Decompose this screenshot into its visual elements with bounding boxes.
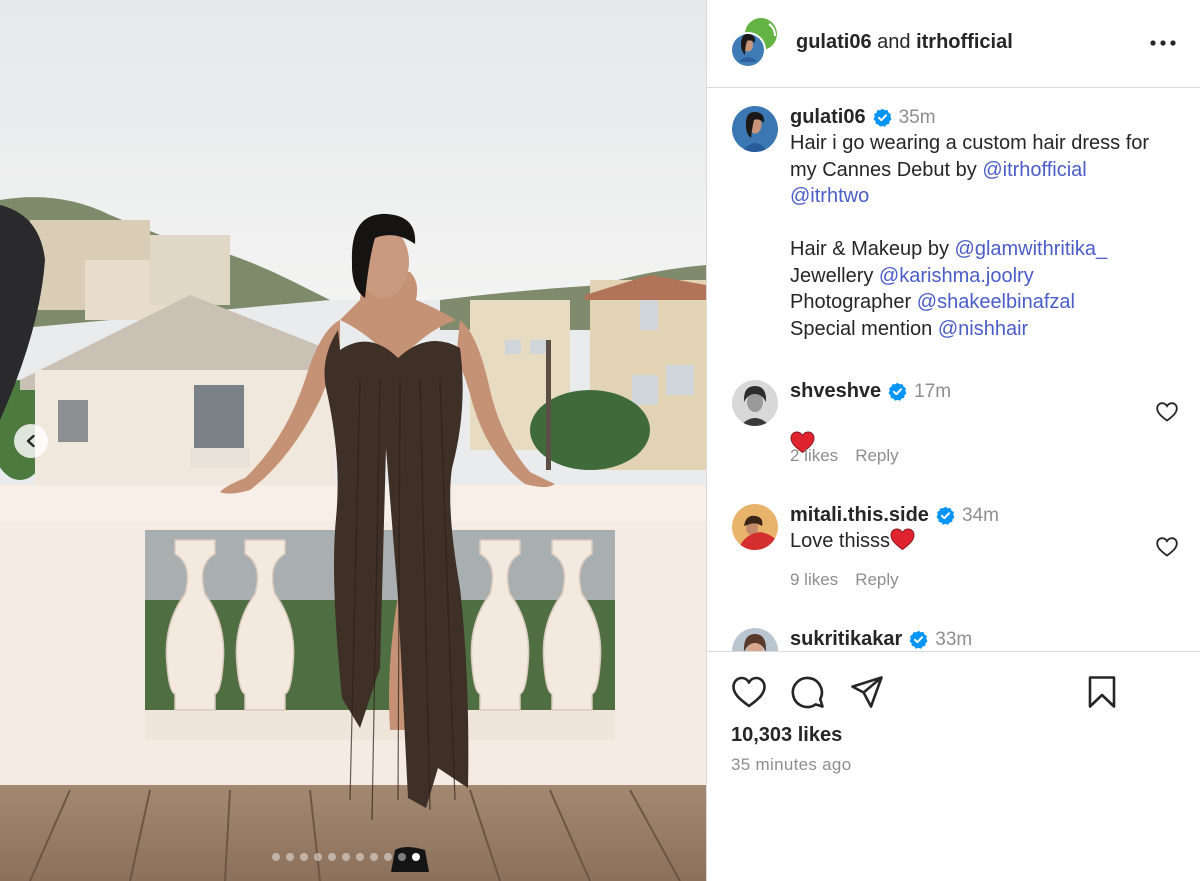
more-icon [1150, 40, 1176, 46]
previous-slide-button[interactable] [14, 424, 48, 458]
comment-icon [791, 676, 824, 709]
collaborator-username-link[interactable]: itrhofficial [916, 31, 1013, 53]
slide-dot [300, 853, 308, 861]
slide-dot [342, 853, 350, 861]
comment-timestamp[interactable]: 33m [935, 629, 972, 651]
slide-dot [272, 853, 280, 861]
mention-link[interactable]: @itrhtwo [790, 185, 869, 207]
slide-dot [356, 853, 364, 861]
caption-author-avatar[interactable] [732, 106, 778, 152]
share-button[interactable] [848, 673, 886, 711]
like-button[interactable] [730, 673, 768, 711]
slide-dot [370, 853, 378, 861]
comment-username[interactable]: sukritikakar [790, 628, 902, 651]
commenter-avatar[interactable] [732, 628, 778, 651]
comment-meta: 9 likes Reply [790, 570, 1160, 590]
comment-likes-count[interactable]: 9 likes [790, 570, 838, 590]
slide-dot [314, 853, 322, 861]
comment-username[interactable]: shveshve [790, 380, 881, 403]
slide-dot [412, 853, 420, 861]
verified-icon [873, 108, 892, 127]
caption-username[interactable]: gulati06 [790, 106, 866, 129]
post-authors: gulati06 and itrhofficial [796, 31, 1013, 54]
red-heart-emoji [890, 528, 915, 551]
post-photo[interactable] [0, 0, 706, 881]
more-options-button[interactable] [1147, 30, 1179, 56]
save-button[interactable] [1083, 673, 1121, 711]
comments-list[interactable]: gulati06 35m Hair i go wearing a custom … [707, 89, 1200, 651]
mention-link[interactable]: @shakeelbinafzal [917, 291, 1075, 313]
author-username-link[interactable]: gulati06 [796, 31, 872, 53]
post-header: gulati06 and itrhofficial [707, 0, 1200, 88]
photo-scene [0, 0, 706, 881]
slide-dot [384, 853, 392, 861]
commenter-avatar[interactable] [732, 380, 778, 426]
reply-button[interactable]: Reply [855, 446, 898, 466]
bookmark-icon [1088, 676, 1116, 708]
like-comment-button[interactable] [1155, 400, 1179, 424]
comment-button[interactable] [789, 673, 827, 711]
comment-text: Love thisss [790, 528, 1160, 556]
slide-dot [286, 853, 294, 861]
post-likes-count[interactable]: 10,303 likes [731, 724, 842, 747]
comment-timestamp[interactable]: 17m [914, 381, 951, 403]
authors-connector: and [877, 31, 911, 53]
verified-icon [888, 382, 907, 401]
reply-button[interactable]: Reply [855, 570, 898, 590]
mention-link[interactable]: @itrhofficial [982, 159, 1086, 181]
slide-dot [328, 853, 336, 861]
comment-text [790, 404, 1160, 453]
mention-link[interactable]: @glamwithritika_ [955, 238, 1108, 260]
post-timestamp[interactable]: 35 minutes ago [731, 755, 851, 775]
comment-meta: 2 likes Reply [790, 446, 1160, 466]
like-comment-button[interactable] [1155, 535, 1179, 559]
slide-dot [398, 853, 406, 861]
comment-username[interactable]: mitali.this.side [790, 504, 929, 527]
comment-likes-count[interactable]: 2 likes [790, 446, 838, 466]
mention-link[interactable]: @nishhair [938, 318, 1028, 340]
comment-timestamp[interactable]: 34m [962, 505, 999, 527]
slide-indicator [272, 853, 420, 861]
caption-text: Hair i go wearing a custom hair dress fo… [790, 132, 1150, 340]
caption-timestamp[interactable]: 35m [899, 107, 936, 129]
heart-icon [732, 676, 766, 708]
post-sidebar: gulati06 and itrhofficial gulati06 35m H… [707, 0, 1200, 881]
commenter-avatar[interactable] [732, 504, 778, 550]
verified-icon [909, 630, 928, 649]
mention-link[interactable]: @karishma.joolry [879, 265, 1034, 287]
chevron-left-icon [26, 434, 35, 448]
heart-icon [1156, 537, 1178, 557]
verified-icon [936, 506, 955, 525]
share-icon [851, 676, 883, 708]
post-actions-footer: 10,303 likes 35 minutes ago [707, 651, 1200, 881]
collab-avatars[interactable] [729, 18, 781, 70]
heart-icon [1156, 402, 1178, 422]
